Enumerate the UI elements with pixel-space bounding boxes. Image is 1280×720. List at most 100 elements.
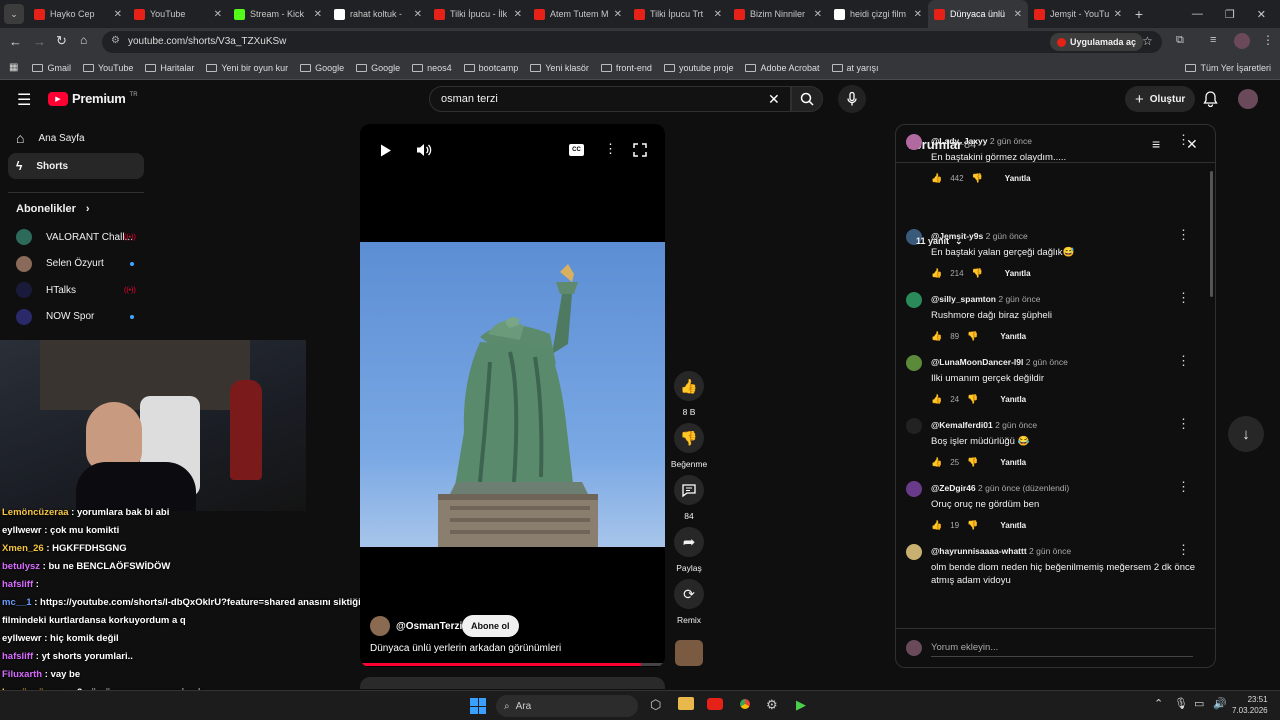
forward-icon[interactable]: → [33, 34, 46, 49]
commenter-name[interactable]: @LunaMoonDancer-l9l [931, 357, 1023, 367]
reply-button[interactable]: Yanıtla [1000, 521, 1026, 530]
back-icon[interactable]: ← [9, 34, 22, 49]
commenter-name[interactable]: @Kemalferdi01 [931, 420, 993, 430]
reply-button[interactable]: Yanıtla [1000, 458, 1026, 467]
browser-tab[interactable]: Jemşit - YouTu ✕ [1028, 0, 1128, 28]
bookmark-star-icon[interactable]: ☆ [1142, 34, 1153, 48]
like-action[interactable]: 👍 8 B [672, 371, 706, 417]
youtube-taskbar-icon[interactable] [707, 698, 723, 710]
browser-menu-icon[interactable]: ⋮ [1262, 33, 1274, 47]
minimize-icon[interactable]: — [1192, 8, 1203, 21]
play-icon[interactable] [380, 144, 392, 157]
comment-menu-icon[interactable]: ⋮ [1177, 228, 1190, 241]
next-short-preview[interactable] [360, 677, 665, 689]
subscription-item[interactable]: NOW Spor [16, 308, 134, 325]
tab-close-icon[interactable]: ✕ [1114, 9, 1122, 20]
tab-close-icon[interactable]: ✕ [514, 9, 522, 20]
open-in-app-button[interactable]: Uygulamada aç [1050, 33, 1144, 51]
browser-tab[interactable]: Atem Tutem M ✕ [528, 0, 628, 28]
browser-tab[interactable]: Tilki İpucu Trt ✕ [628, 0, 728, 28]
thumbs-up-icon[interactable]: 👍 [931, 173, 942, 184]
thumbs-down-icon[interactable]: 👎 [967, 394, 978, 405]
steam-icon[interactable]: ⚙ [766, 697, 778, 713]
search-box[interactable]: osman terzi ✕ [429, 86, 791, 112]
comment-menu-icon[interactable]: ⋮ [1177, 480, 1190, 493]
tab-close-icon[interactable]: ✕ [114, 9, 122, 20]
account-avatar[interactable] [1238, 89, 1258, 109]
tab-close-icon[interactable]: ✕ [1014, 9, 1022, 20]
browser-tab[interactable]: rahat koltuk - ✕ [328, 0, 428, 28]
remix-button[interactable]: ⟳ [674, 579, 704, 609]
like-button[interactable]: 👍 [674, 371, 704, 401]
network-icon[interactable]: ▭ [1194, 697, 1204, 710]
sidebar-item-home[interactable]: ⌂ Ana Sayfa [8, 125, 144, 151]
clock[interactable]: 23:51 7.03.2026 [1232, 694, 1268, 716]
dislike-button[interactable]: 👎 [674, 423, 704, 453]
bookmark-item[interactable]: Google [300, 63, 344, 73]
thumbs-down-icon[interactable]: 👎 [967, 457, 978, 468]
url-text[interactable]: youtube.com/shorts/V3a_TZXuKSw [128, 36, 286, 47]
bookmark-item[interactable]: Gmail [32, 63, 71, 73]
next-video-button[interactable]: ↓ [1228, 416, 1264, 452]
taskbar-search[interactable]: ⌕ Ara [496, 695, 638, 717]
thumbs-down-icon[interactable]: 👎 [967, 331, 978, 342]
omnibox[interactable]: ⚙ youtube.com/shorts/V3a_TZXuKSw Uygulam… [102, 31, 1162, 53]
tab-close-icon[interactable]: ✕ [614, 9, 622, 20]
site-info-icon[interactable]: ⚙ [111, 35, 120, 46]
reply-button[interactable]: Yanıtla [1005, 269, 1031, 278]
restore-icon[interactable]: ❐ [1225, 8, 1235, 21]
apps-grid-icon[interactable]: ▦ [9, 62, 18, 73]
bookmark-item[interactable]: Adobe Acrobat [745, 63, 820, 73]
channel-name[interactable]: @OsmanTerzii [396, 621, 465, 632]
bookmark-item[interactable]: front-end [600, 63, 652, 73]
extensions-icon[interactable]: ⧉ [1176, 34, 1184, 47]
tab-close-icon[interactable]: ✕ [314, 9, 322, 20]
bookmark-item[interactable]: Haritalar [145, 63, 194, 73]
share-action[interactable]: ➦ Paylaş [672, 527, 706, 573]
tab-search-icon[interactable]: ⌄ [4, 4, 24, 24]
voice-search-button[interactable] [838, 85, 866, 113]
share-button[interactable]: ➦ [674, 527, 704, 557]
new-tab-icon[interactable]: + [1128, 6, 1150, 22]
view-replies-toggle[interactable]: 11 yanıt ⌄ [916, 231, 986, 251]
profile-avatar[interactable] [1234, 33, 1250, 49]
reload-icon[interactable]: ↻ [56, 33, 67, 49]
reply-button[interactable]: Yanıtla [1000, 395, 1026, 404]
tab-close-icon[interactable]: ✕ [814, 9, 822, 20]
comment-menu-icon[interactable]: ⋮ [1177, 291, 1190, 304]
media-controls-icon[interactable]: ≡ [1210, 34, 1216, 46]
thumbs-down-icon[interactable]: 👎 [972, 268, 983, 279]
thumbs-up-icon[interactable]: 👍 [931, 331, 942, 342]
speaker-icon[interactable]: 🔊 [1213, 697, 1227, 710]
comments-action[interactable]: 84 [672, 475, 706, 521]
volume-icon[interactable] [416, 143, 432, 157]
commenter-avatar[interactable] [906, 544, 922, 560]
subscription-item[interactable]: Selen Özyurt [16, 255, 134, 272]
channel-avatar[interactable] [370, 616, 390, 636]
tab-close-icon[interactable]: ✕ [414, 9, 422, 20]
tab-close-icon[interactable]: ✕ [914, 9, 922, 20]
search-input[interactable]: osman terzi [441, 93, 498, 105]
commenter-name[interactable]: @silly_spamton [931, 294, 996, 304]
close-window-icon[interactable]: ✕ [1257, 8, 1266, 21]
comment-menu-icon[interactable]: ⋮ [1177, 354, 1190, 367]
app-launcher-icon[interactable]: ▶ [796, 697, 806, 713]
thumbs-up-icon[interactable]: 👍 [931, 457, 942, 468]
commenter-avatar[interactable] [906, 292, 922, 308]
commenter-avatar[interactable] [906, 355, 922, 371]
reply-button[interactable]: Yanıtla [1000, 332, 1026, 341]
thumbs-up-icon[interactable]: 👍 [931, 394, 942, 405]
thumbs-up-icon[interactable]: 👍 [931, 520, 942, 531]
browser-tab[interactable]: Tilki İpucu - İlk ✕ [428, 0, 528, 28]
comment-menu-icon[interactable]: ⋮ [1177, 417, 1190, 430]
microphone-tray-icon[interactable]: 🎙 [1174, 697, 1188, 710]
add-comment-input[interactable]: Yorum ekleyin... [931, 639, 1193, 657]
all-bookmarks-folder[interactable]: Tüm Yer İşaretleri [1185, 63, 1271, 73]
fullscreen-icon[interactable] [633, 143, 647, 157]
start-icon[interactable] [470, 698, 486, 714]
dislike-action[interactable]: 👎 Beğenme [671, 423, 707, 469]
commenter-avatar[interactable] [906, 418, 922, 434]
browser-tab[interactable]: heidi çizgi film ✕ [828, 0, 928, 28]
subscription-item[interactable]: HTalks ((•)) [16, 282, 136, 298]
commenter-avatar[interactable] [906, 481, 922, 497]
